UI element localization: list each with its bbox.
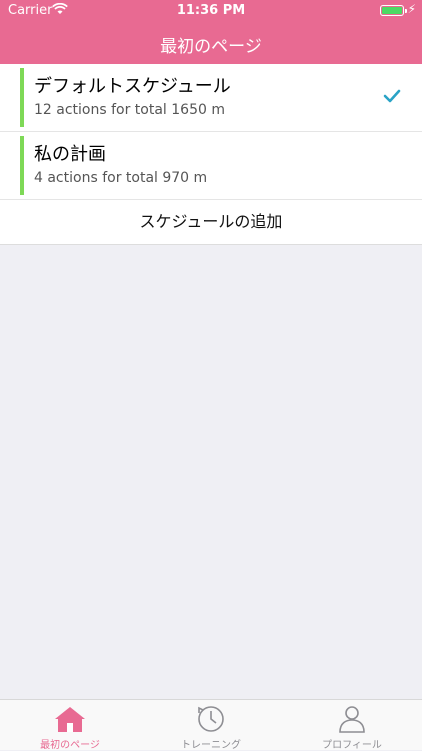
tab-training[interactable]: トレーニング: [141, 700, 281, 751]
schedule-color-bar: [20, 136, 24, 195]
schedule-list: デフォルトスケジュール 12 actions for total 1650 m …: [0, 64, 422, 245]
status-bar: Carrier 11:36 PM ⚡: [0, 0, 422, 22]
tab-home-label: 最初のページ: [40, 740, 100, 751]
clock-icon: [198, 706, 224, 732]
clock-time: 11:36 PM: [176, 3, 246, 18]
checkmark-icon: [383, 89, 401, 103]
charging-icon: ⚡: [407, 2, 416, 16]
header: Carrier 11:36 PM ⚡ 最初のページ: [0, 0, 422, 64]
tab-home[interactable]: 最初のページ: [0, 700, 140, 751]
schedule-row[interactable]: デフォルトスケジュール 12 actions for total 1650 m: [0, 64, 422, 132]
tab-profile[interactable]: プロフィール: [282, 700, 422, 751]
schedule-name: デフォルトスケジュール: [34, 76, 231, 97]
schedule-color-bar: [20, 68, 24, 127]
battery-icon: [380, 5, 407, 16]
schedule-detail: 4 actions for total 970 m: [34, 170, 208, 186]
add-schedule-button[interactable]: スケジュールの追加: [0, 200, 422, 244]
schedule-row[interactable]: 私の計画 4 actions for total 970 m: [0, 132, 422, 200]
schedule-detail: 12 actions for total 1650 m: [34, 102, 225, 118]
home-icon: [55, 707, 85, 732]
tab-bar: 最初のページ トレーニング プロフィール: [0, 699, 422, 751]
profile-icon: [339, 706, 365, 733]
page-title: 最初のページ: [160, 37, 262, 57]
tab-training-label: トレーニング: [181, 740, 241, 751]
tab-profile-label: プロフィール: [322, 740, 382, 751]
schedule-name: 私の計画: [34, 144, 106, 165]
